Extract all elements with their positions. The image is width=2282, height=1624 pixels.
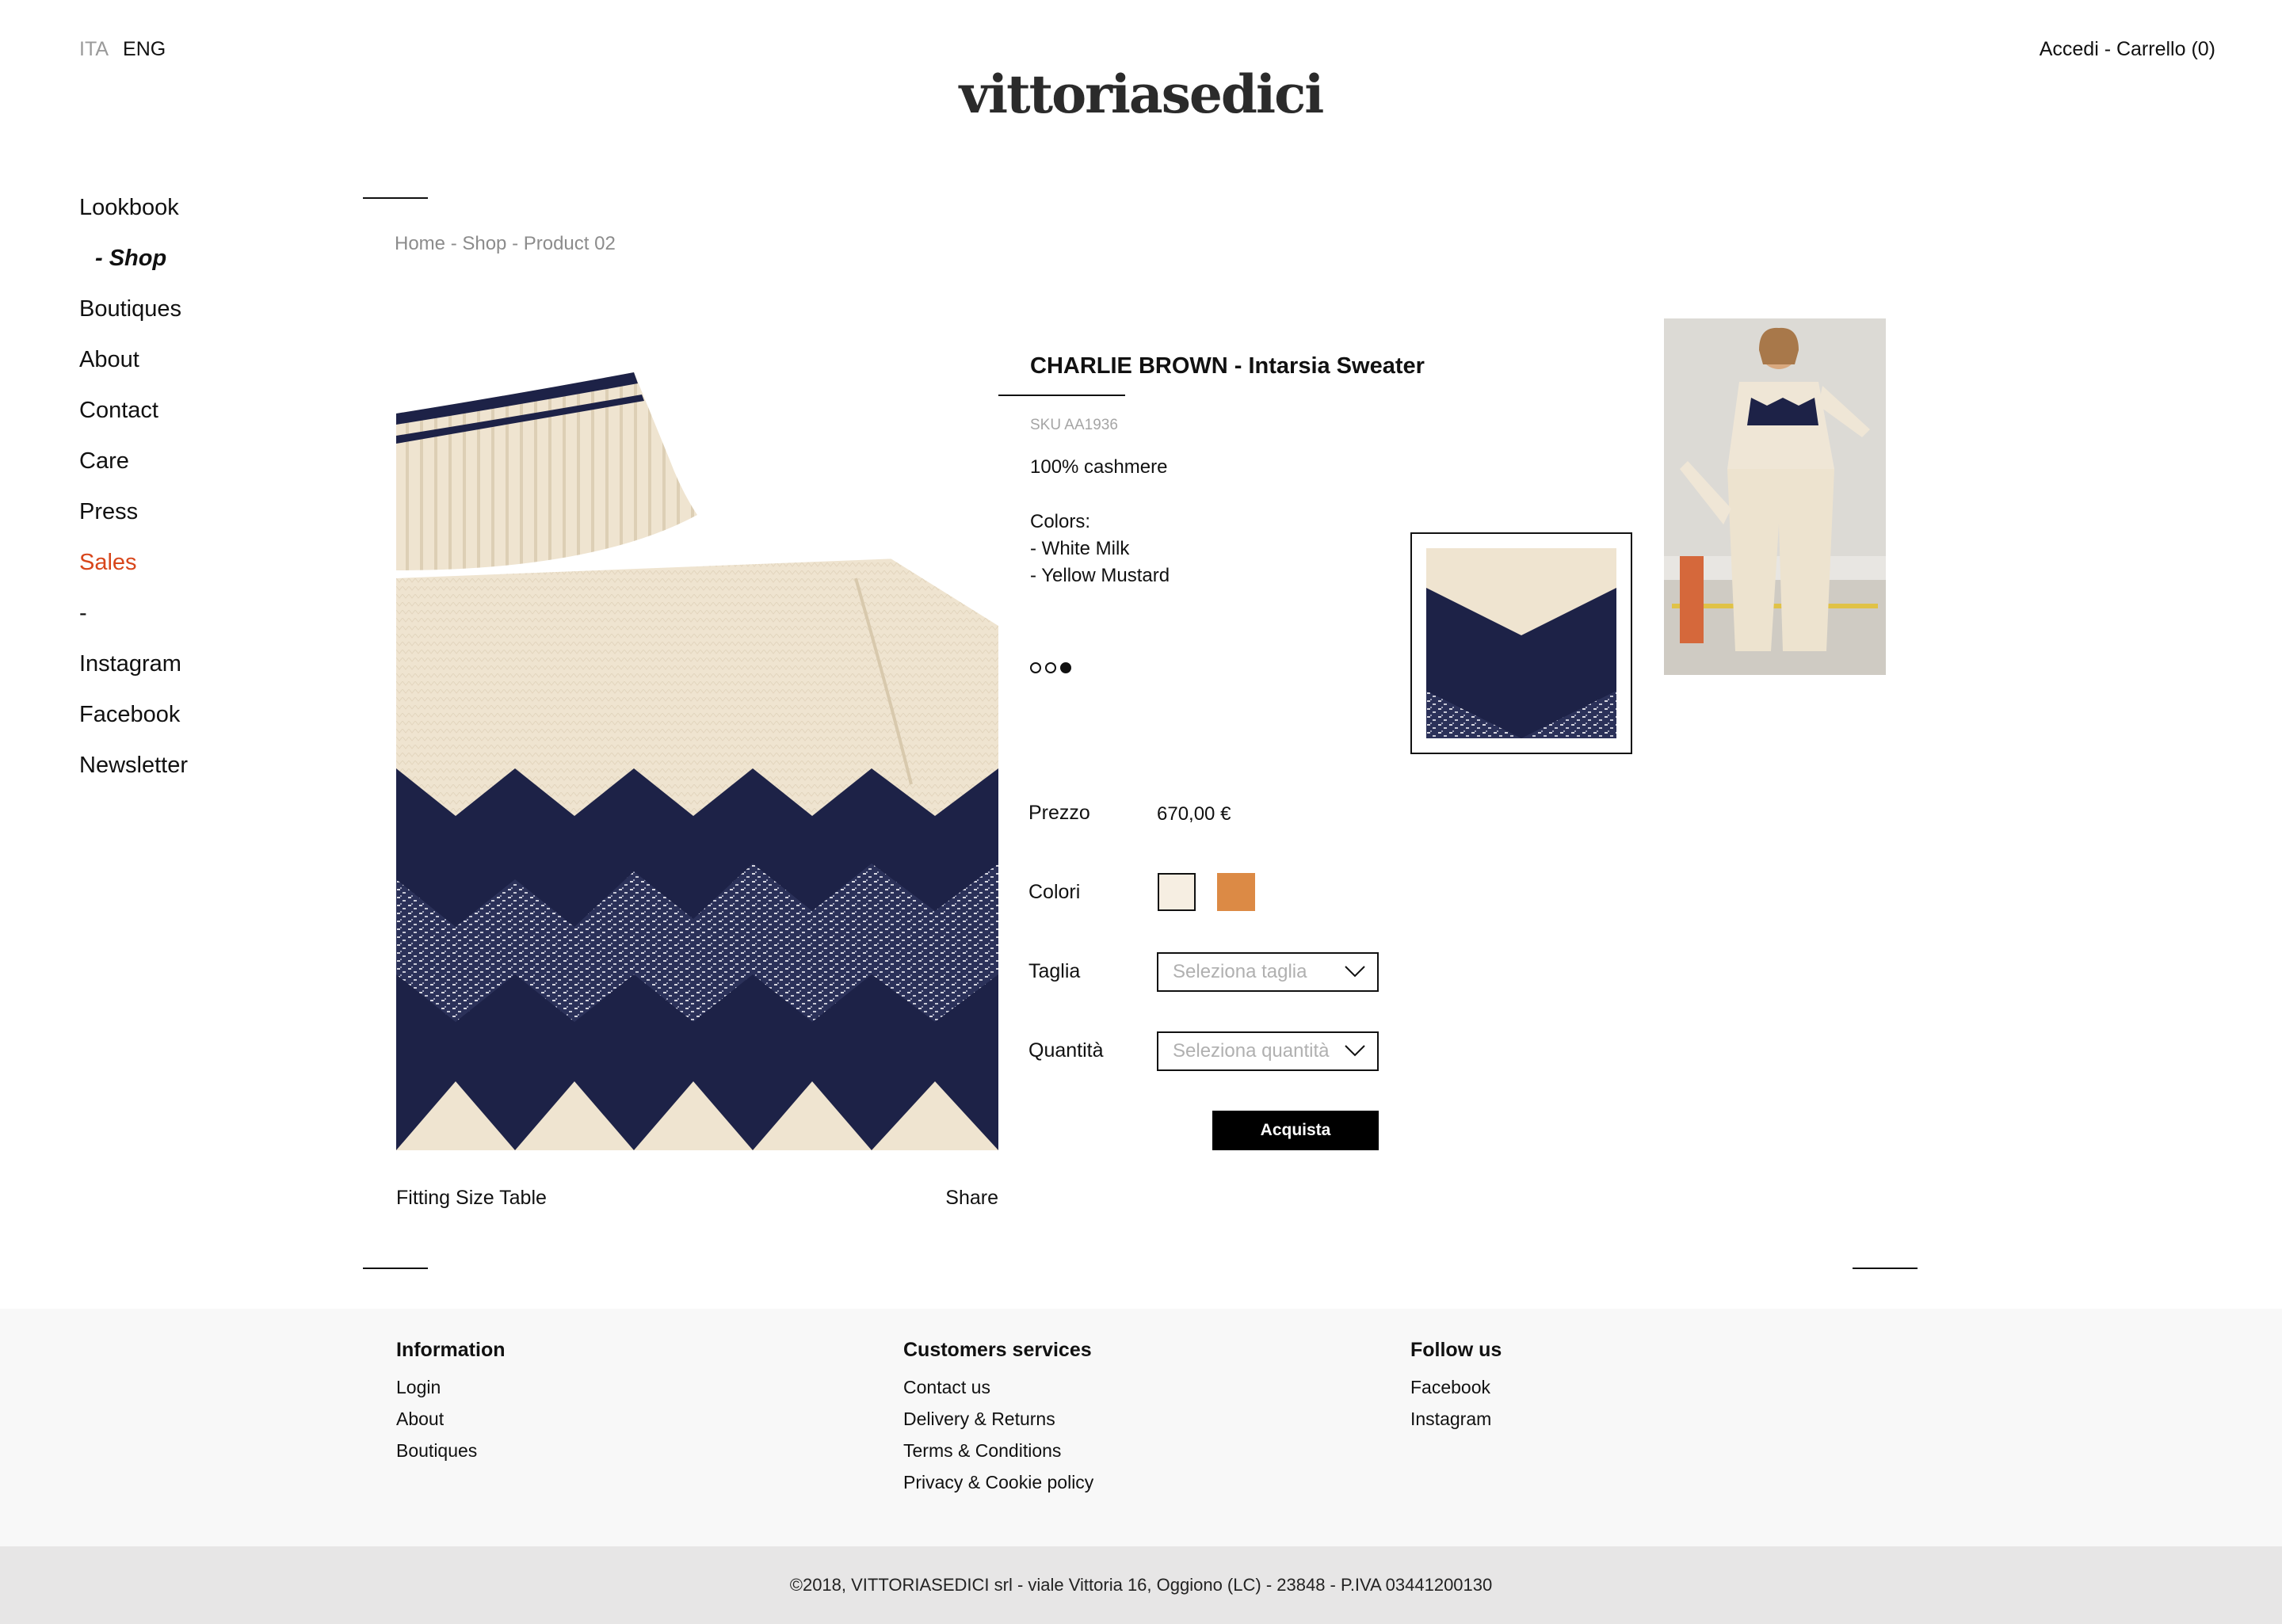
price-value: 670,00 € — [1157, 803, 1231, 825]
fitting-size-table-link[interactable]: Fitting Size Table — [396, 1187, 547, 1210]
divider-bottom-left — [363, 1268, 428, 1269]
footer-link-instagram[interactable]: Instagram — [1410, 1403, 1502, 1435]
footer — [0, 1309, 2282, 1546]
image-carousel-dots — [1030, 662, 1071, 673]
nav-separator: - — [79, 600, 87, 626]
nav-item-facebook[interactable]: Facebook — [79, 697, 188, 748]
carousel-dot-1[interactable] — [1030, 662, 1041, 673]
colors-heading: Colors: — [1030, 511, 1091, 532]
footer-link-delivery-returns[interactable]: Delivery & Returns — [903, 1403, 1093, 1435]
product-model-image[interactable] — [1664, 318, 1886, 675]
size-label: Taglia — [1028, 960, 1081, 982]
color-swatch-white-milk[interactable] — [1158, 873, 1196, 911]
product-colors-description: Colors: - White Milk - Yellow Mustard — [1030, 509, 1170, 589]
size-select-placeholder: Seleziona taglia — [1173, 961, 1307, 982]
main-nav: Lookbook - Shop Boutiques About Contact … — [79, 190, 188, 799]
divider-bottom-right — [1853, 1268, 1918, 1269]
color-item-yellow-mustard: - Yellow Mustard — [1030, 565, 1170, 586]
product-material: 100% cashmere — [1030, 456, 1168, 478]
language-switcher: ITA ENG — [79, 38, 166, 61]
nav-item-boutiques[interactable]: Boutiques — [79, 292, 188, 342]
nav-item-sales[interactable]: Sales — [79, 545, 188, 596]
footer-information-title: Information — [396, 1339, 506, 1361]
copyright-bar: ©2018, VITTORIASEDICI srl - viale Vittor… — [0, 1546, 2282, 1624]
buy-button[interactable]: Acquista — [1212, 1111, 1379, 1150]
nav-item-instagram[interactable]: Instagram — [79, 646, 188, 697]
color-item-white-milk: - White Milk — [1030, 538, 1130, 559]
colors-label: Colori — [1028, 881, 1081, 903]
quantity-label: Quantità — [1028, 1039, 1104, 1062]
nav-item-shop[interactable]: - Shop — [79, 241, 188, 292]
footer-information: Information Login About Boutiques — [396, 1339, 506, 1466]
lang-ita-link[interactable]: ITA — [79, 38, 109, 61]
carousel-dot-3[interactable] — [1060, 662, 1071, 673]
footer-services-title: Customers services — [903, 1339, 1092, 1361]
color-swatch-yellow-mustard[interactable] — [1217, 873, 1255, 911]
nav-item-about[interactable]: About — [79, 342, 188, 393]
footer-follow-us: Follow us Facebook Instagram — [1410, 1339, 1502, 1435]
nav-item-lookbook[interactable]: Lookbook — [79, 190, 188, 241]
nav-item-press[interactable]: Press — [79, 494, 188, 545]
carousel-dot-2[interactable] — [1045, 662, 1056, 673]
product-title: CHARLIE BROWN - Intarsia Sweater — [1030, 353, 1425, 379]
price-label: Prezzo — [1028, 802, 1090, 824]
footer-link-boutiques[interactable]: Boutiques — [396, 1435, 506, 1466]
share-link[interactable]: Share — [945, 1187, 998, 1210]
product-thumbnail-selected[interactable] — [1410, 532, 1632, 754]
account-cart-link[interactable]: Accedi - Carrello (0) — [2040, 38, 2215, 61]
nav-item-newsletter[interactable]: Newsletter — [79, 748, 188, 799]
product-sku: SKU AA1936 — [1030, 417, 1118, 433]
lang-eng-link[interactable]: ENG — [123, 38, 166, 61]
copyright-text: ©2018, VITTORIASEDICI srl - viale Vittor… — [789, 1575, 1493, 1595]
footer-link-privacy-cookie[interactable]: Privacy & Cookie policy — [903, 1466, 1093, 1498]
breadcrumb[interactable]: Home - Shop - Product 02 — [395, 233, 616, 255]
footer-link-about[interactable]: About — [396, 1403, 506, 1435]
footer-link-terms-conditions[interactable]: Terms & Conditions — [903, 1435, 1093, 1466]
chevron-down-icon — [1344, 1040, 1366, 1062]
size-select[interactable]: Seleziona taglia — [1157, 952, 1379, 992]
footer-follow-title: Follow us — [1410, 1339, 1502, 1361]
footer-link-facebook[interactable]: Facebook — [1410, 1371, 1502, 1403]
nav-item-care[interactable]: Care — [79, 444, 188, 494]
footer-customer-services: Customers services Contact us Delivery &… — [903, 1339, 1093, 1498]
footer-link-contact-us[interactable]: Contact us — [903, 1371, 1093, 1403]
brand-logo[interactable]: vittoriasedici — [0, 63, 2282, 125]
divider-top — [363, 197, 428, 199]
product-main-image[interactable] — [396, 372, 998, 1150]
nav-item-contact[interactable]: Contact — [79, 393, 188, 444]
product-links-row: Fitting Size Table Share — [396, 1187, 998, 1210]
chevron-down-icon — [1344, 961, 1366, 983]
footer-link-login[interactable]: Login — [396, 1371, 506, 1403]
quantity-select-placeholder: Seleziona quantità — [1173, 1040, 1330, 1062]
quantity-select[interactable]: Seleziona quantità — [1157, 1031, 1379, 1071]
thumbnail-image — [1426, 548, 1616, 738]
